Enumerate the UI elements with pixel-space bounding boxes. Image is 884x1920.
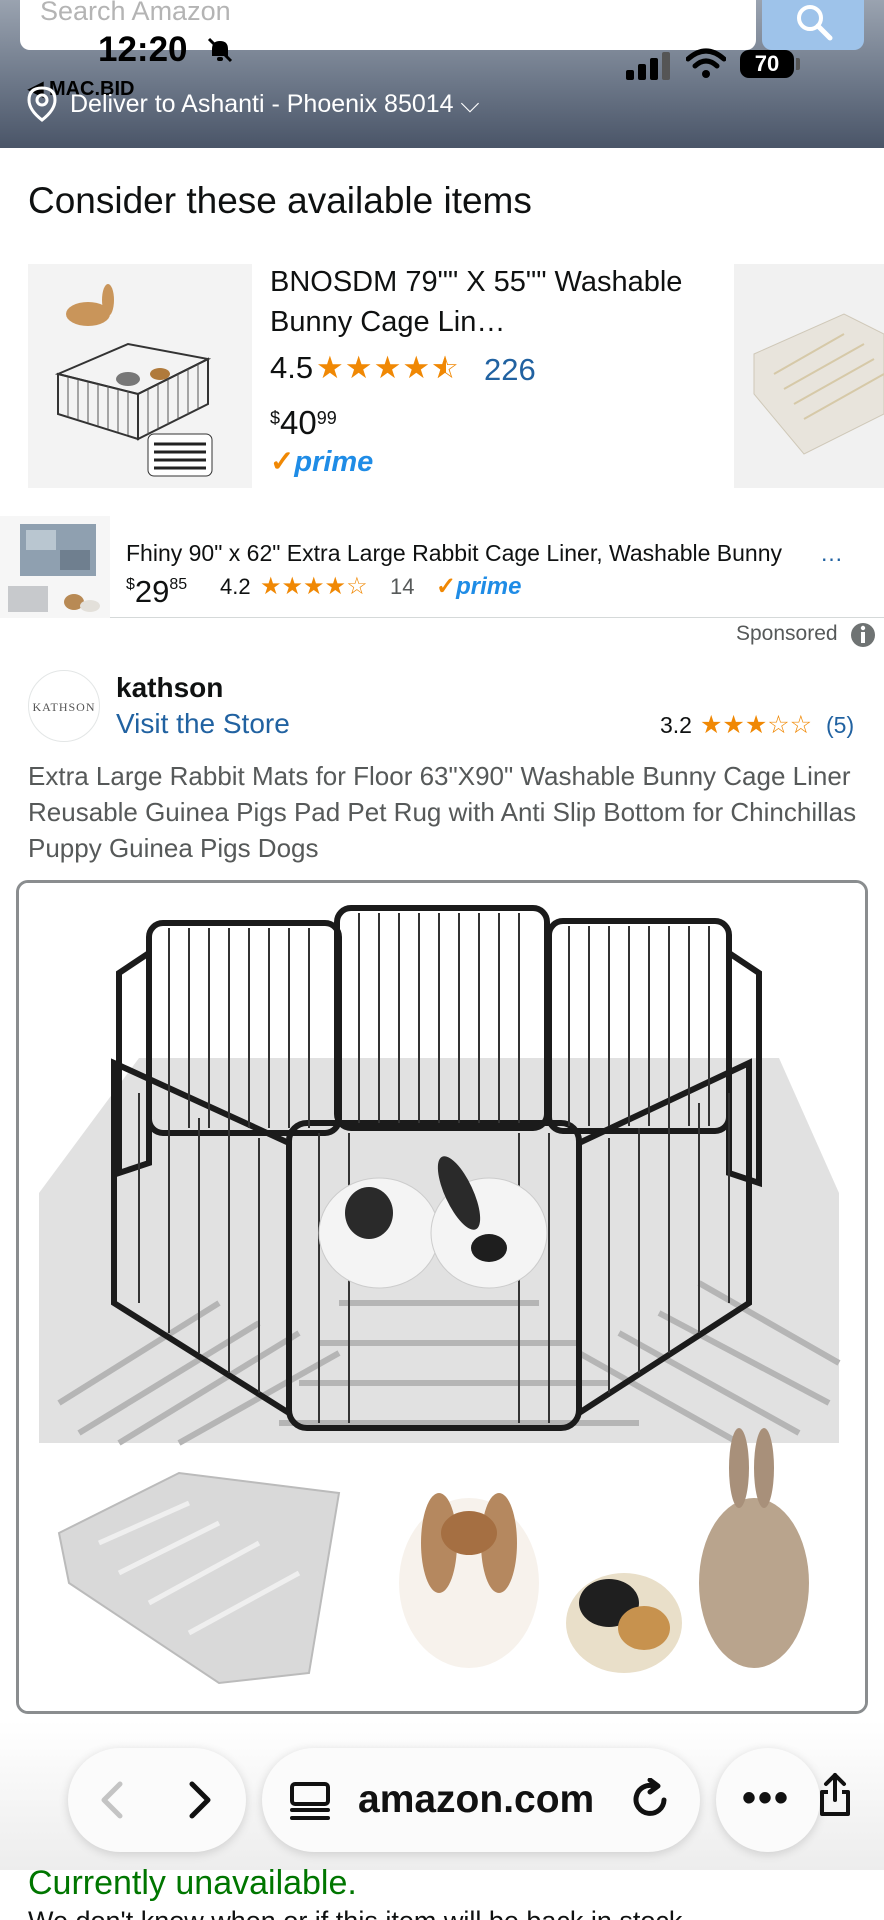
info-icon[interactable]	[850, 622, 876, 648]
main-product-image[interactable]	[16, 880, 868, 1714]
location-icon	[27, 86, 57, 122]
banner-image	[0, 516, 110, 618]
search-icon	[797, 5, 833, 41]
wifi-icon	[686, 48, 726, 78]
tabs-icon[interactable]	[288, 1780, 332, 1822]
availability-note: We don't know when or if this item will …	[28, 1906, 690, 1920]
product-card-image-next[interactable]	[734, 264, 884, 488]
battery-tip	[796, 58, 800, 70]
availability-status: Currently unavailable.	[28, 1864, 357, 1902]
product-card-image[interactable]	[28, 264, 252, 488]
forward-arrow-icon[interactable]	[178, 1778, 222, 1822]
product-card-stars: ★★★★☆★	[316, 350, 460, 385]
more-options[interactable]: •••	[742, 1776, 790, 1821]
banner-title[interactable]: Fhiny 90" x 62" Extra Large Rabbit Cage …	[126, 540, 782, 567]
delivery-location[interactable]: Deliver to Ashanti - Phoenix 85014 ⌵	[70, 90, 479, 119]
visit-store-link[interactable]: Visit the Store	[116, 708, 290, 740]
prime-check-icon: ✓	[436, 573, 457, 600]
search-button[interactable]	[762, 0, 864, 50]
section-title: Consider these available items	[28, 180, 532, 221]
banner-prime-badge: ✓prime	[436, 573, 522, 600]
bell-slash-icon	[207, 37, 233, 63]
share-icon[interactable]	[818, 1772, 852, 1818]
product-title: Extra Large Rabbit Mats for Floor 63"X90…	[28, 761, 857, 863]
signal-icon	[626, 52, 670, 80]
back-arrow-icon[interactable]	[90, 1778, 134, 1822]
banner-price: $2985	[126, 574, 188, 609]
product-card-title[interactable]: BNOSDM 79"" X 55"" Washable Bunny Cage L…	[270, 262, 710, 342]
product-card-rating: 4.5	[270, 350, 314, 385]
nav-buttons	[68, 1748, 246, 1852]
product-card-price: $4099	[270, 404, 337, 441]
reload-icon[interactable]	[628, 1778, 672, 1822]
store-rating: 3.2	[660, 712, 692, 738]
brand-logo[interactable]: KATHSON	[28, 670, 100, 742]
sponsored-label: Sponsored	[736, 622, 838, 645]
header: Search Amazon 12:20 ◀ MAC.BID 70 Deliver…	[0, 0, 884, 148]
sponsored-banner[interactable]: Fhiny 90" x 62" Extra Large Rabbit Cage …	[0, 516, 884, 618]
product-card-review-count[interactable]: 226	[484, 352, 536, 388]
banner-more: …	[820, 540, 843, 566]
search-placeholder: Search Amazon	[40, 0, 231, 26]
banner-stars: ★★★★☆	[260, 573, 368, 600]
battery-indicator: 70	[740, 50, 794, 78]
prime-badge: ✓prime	[270, 446, 374, 478]
status-time: 12:20	[98, 30, 188, 69]
store-review-count[interactable]: (5)	[826, 712, 854, 739]
banner-rating: 4.2	[220, 574, 251, 599]
brand-name: kathson	[116, 672, 224, 703]
prime-check-icon: ✓	[270, 446, 295, 478]
store-stars: ★★★☆☆	[700, 711, 813, 739]
url-text[interactable]: amazon.com	[358, 1778, 594, 1822]
banner-review-count: 14	[390, 574, 415, 599]
